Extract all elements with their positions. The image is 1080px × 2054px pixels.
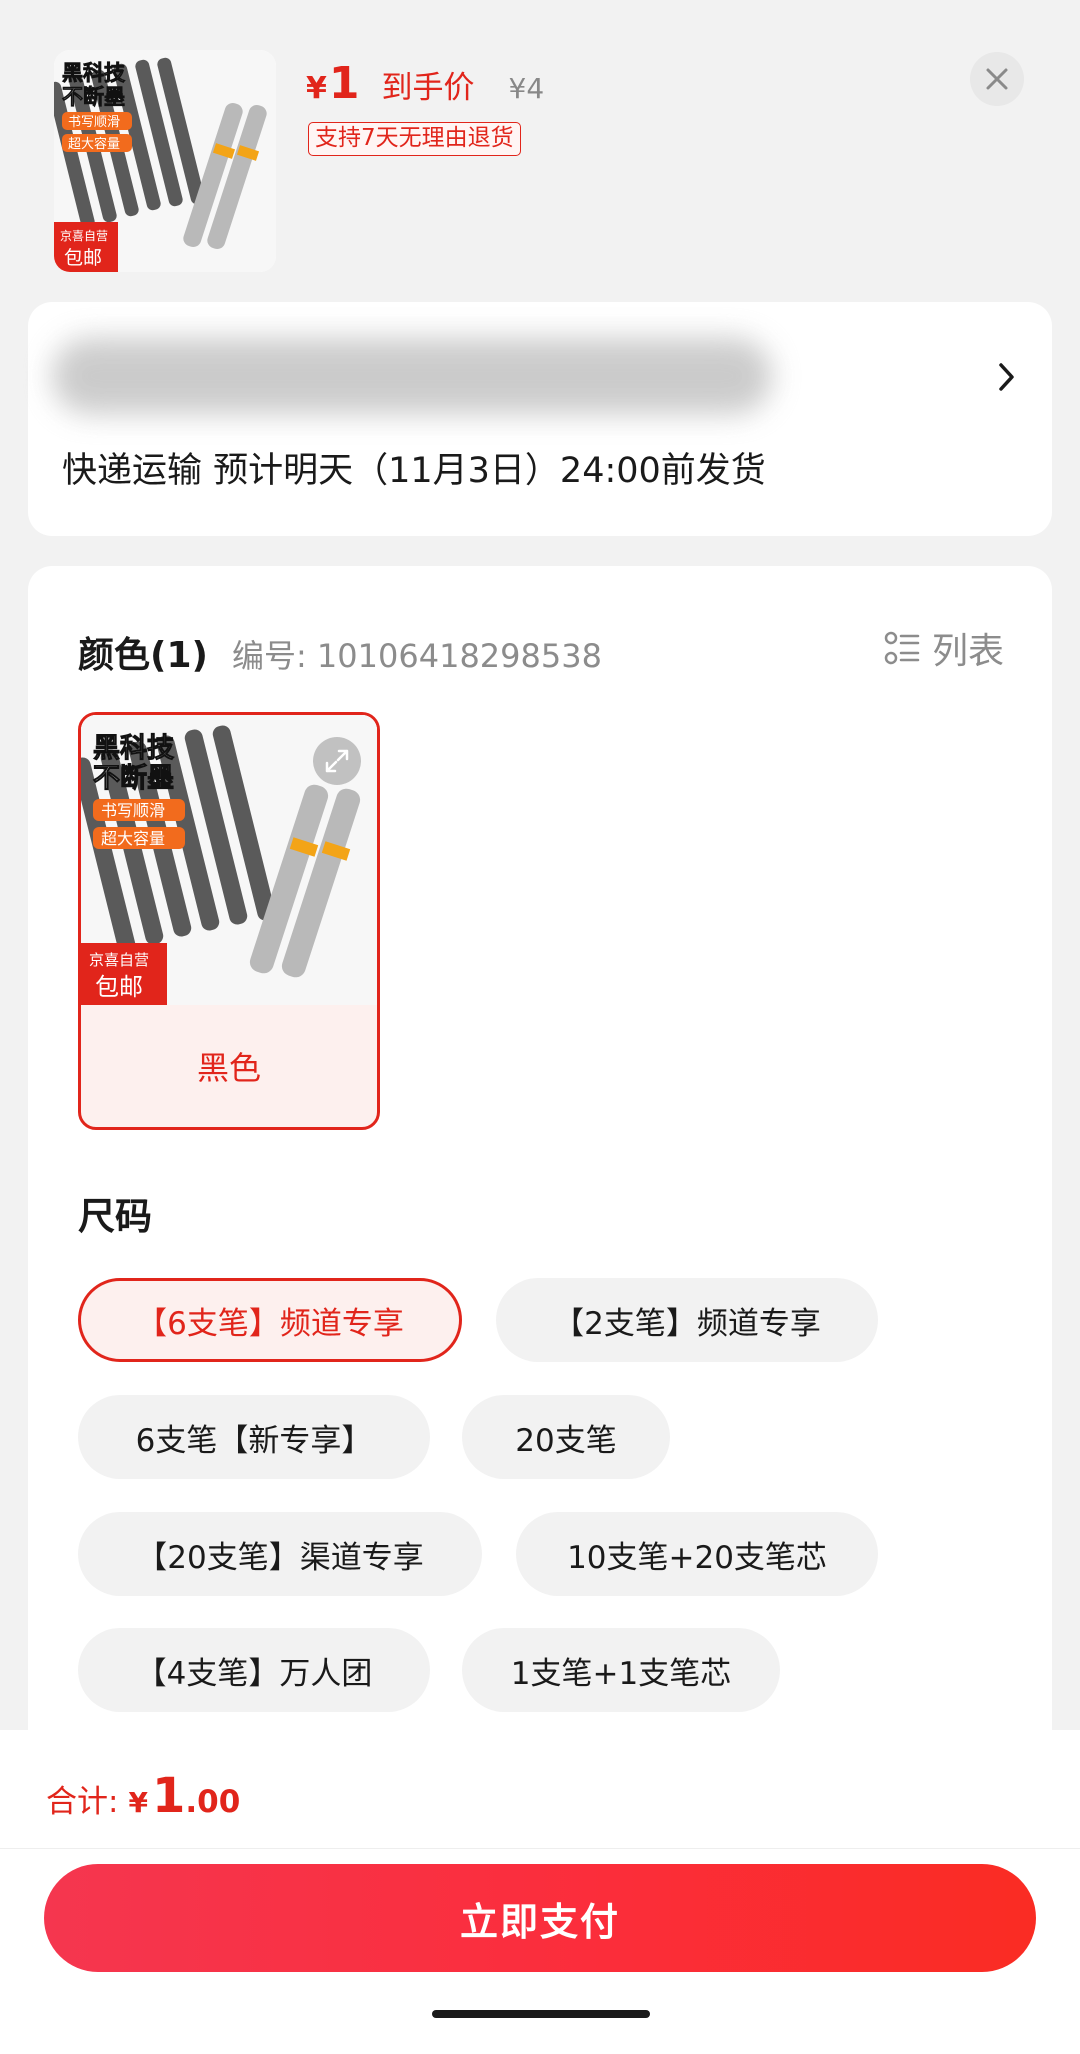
- thumb-shipping-tag: 包邮: [64, 247, 102, 269]
- pay-now-button[interactable]: 立即支付: [44, 1864, 1036, 1972]
- size-option-6-pens-new[interactable]: 6支笔【新专享】: [78, 1395, 430, 1479]
- sku-selector-sheet: 黑科技 不断墨 书写顺滑 超大容量 京喜自营 包邮 ¥ 1 到手价 ¥4 支持7…: [0, 0, 1080, 2054]
- list-icon: [884, 631, 920, 665]
- expand-icon: [325, 749, 349, 773]
- list-view-label: 列表: [931, 631, 1004, 672]
- original-price: ¥4: [508, 72, 545, 105]
- delivery-estimate: 快递运输 预计明天（11月3日）24:00前发货: [62, 451, 766, 491]
- size-option-10-pens-20-refills[interactable]: 10支笔+20支笔芯: [516, 1512, 878, 1596]
- thumb-badge-1: 书写顺滑: [68, 115, 120, 130]
- final-price: 1: [328, 58, 360, 109]
- image-store-tag: 京喜自营: [89, 951, 149, 969]
- size-option-6-pens-channel[interactable]: 【6支笔】频道专享: [78, 1278, 462, 1362]
- close-button[interactable]: [970, 52, 1024, 106]
- total-decimal: .00: [185, 1784, 241, 1820]
- address-redacted: [52, 338, 772, 414]
- sku-number: 编号: 10106418298538: [231, 637, 602, 675]
- size-option-20-pens[interactable]: 20支笔: [462, 1395, 670, 1479]
- color-option-black[interactable]: 黑科技 不断墨 书写顺滑 超大容量 京喜自营 包邮 黑色: [78, 712, 380, 1130]
- thumb-headline-1: 黑科技: [62, 61, 126, 85]
- bottom-action-bar: 合计: ¥ 1 .00 立即支付: [0, 1730, 1080, 2054]
- size-section-title: 尺码: [78, 1195, 152, 1238]
- final-price-label: 到手价: [381, 70, 475, 106]
- total-integer: 1: [151, 1768, 186, 1824]
- list-view-toggle[interactable]: 列表: [884, 622, 1004, 674]
- size-option-4-pens-group[interactable]: 【4支笔】万人团: [78, 1628, 430, 1712]
- image-headline-1: 黑科技: [93, 733, 174, 764]
- price-row: ¥ 1 到手价 ¥4: [306, 58, 544, 114]
- price-currency: ¥: [306, 71, 327, 106]
- total-currency: ¥: [128, 1786, 148, 1819]
- color-header: 颜色(1) 编号: 10106418298538: [78, 626, 602, 678]
- thumb-headline-2: 不断墨: [62, 85, 125, 109]
- close-icon: [986, 68, 1008, 90]
- color-option-label: 黑色: [196, 1049, 261, 1087]
- chevron-right-icon: [999, 363, 1014, 391]
- image-shipping-tag: 包邮: [95, 973, 143, 1001]
- total-label: 合计:: [46, 1784, 119, 1820]
- expand-image-button[interactable]: [313, 737, 361, 785]
- color-section-title: 颜色(1): [78, 635, 208, 676]
- return-policy-tag: 支持7天无理由退货: [308, 122, 521, 156]
- pen-pack-image: 黑科技 不断墨 书写顺滑 超大容量 京喜自营 包邮: [54, 50, 276, 272]
- size-option-2-pens-channel[interactable]: 【2支笔】频道专享: [496, 1278, 878, 1362]
- size-option-20-pens-channel[interactable]: 【20支笔】渠道专享: [78, 1512, 482, 1596]
- total-price: 合计: ¥ 1 .00: [46, 1768, 240, 1824]
- divider: [0, 1848, 1080, 1849]
- address-card[interactable]: 快递运输 预计明天（11月3日）24:00前发货: [28, 302, 1052, 536]
- thumb-store-tag: 京喜自营: [60, 229, 108, 243]
- image-badge-2: 超大容量: [101, 829, 165, 848]
- image-badge-1: 书写顺滑: [101, 801, 165, 820]
- thumb-badge-2: 超大容量: [68, 136, 120, 152]
- image-headline-2: 不断墨: [93, 763, 174, 794]
- product-thumbnail[interactable]: 黑科技 不断墨 书写顺滑 超大容量 京喜自营 包邮: [54, 50, 276, 272]
- home-indicator: [432, 2010, 650, 2018]
- size-option-1-pen-1-refill[interactable]: 1支笔+1支笔芯: [462, 1628, 780, 1712]
- spec-card: 颜色(1) 编号: 10106418298538 列表 黑科技 不断墨 书写顺滑…: [28, 566, 1052, 1766]
